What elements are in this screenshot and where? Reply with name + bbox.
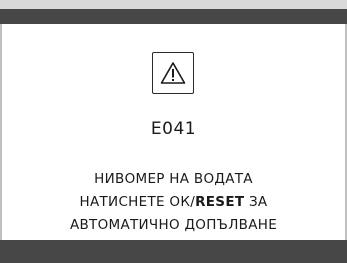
alert-message-line-1: НИВОМЕР НА ВОДАТА <box>94 171 253 187</box>
footer-bar <box>0 240 347 263</box>
header-bar <box>0 0 347 24</box>
reset-key-label: RESET <box>195 194 245 210</box>
alert-message-line-2: НАТИСНЕТЕ ОК/RESET ЗА <box>0 194 347 210</box>
warning-triangle-icon <box>160 61 186 85</box>
header-top-strip <box>0 0 347 9</box>
alert-message-line-3: АВТОМАТИЧНО ДОПЪЛВАНЕ <box>69 217 278 233</box>
warning-icon-box <box>152 52 194 94</box>
alert-instruction-prefix: НАТИСНЕТЕ ОК/ <box>79 194 196 210</box>
error-code: E041 <box>150 119 197 139</box>
alert-instruction-suffix: ЗА <box>244 194 268 210</box>
